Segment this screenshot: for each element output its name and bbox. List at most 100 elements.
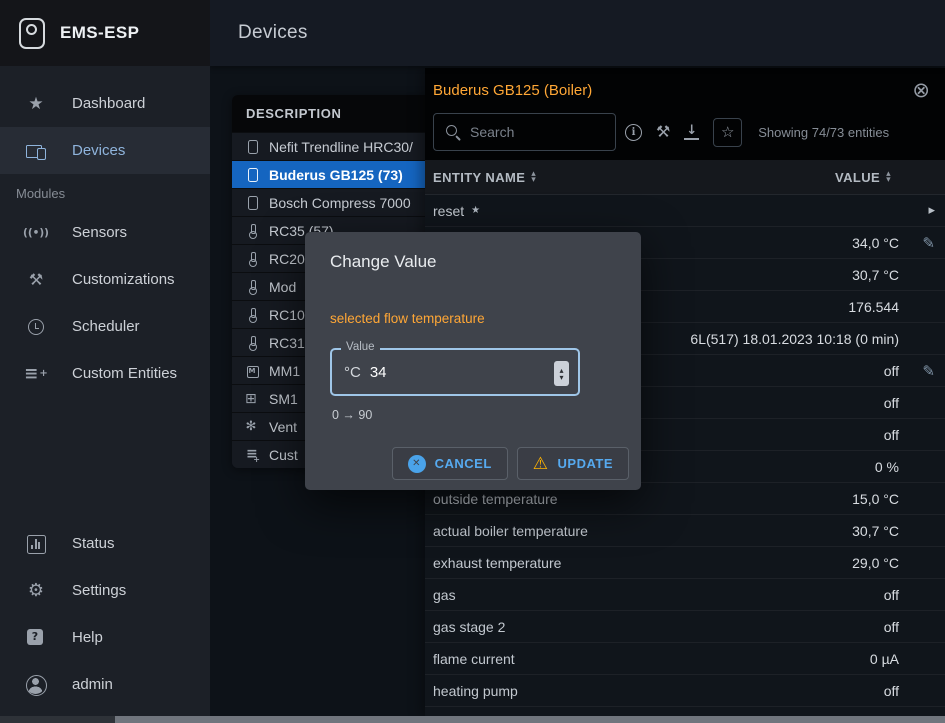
device-label: Bosch Compress 7000 [269,195,411,211]
detail-header: Buderus GB125 (Boiler) ⊗ ⚒ ↓ ☆ Showing 7… [425,68,945,160]
sidebar-bottom-nav: Status Settings Help admin [0,520,210,708]
sidebar-item[interactable]: Scheduler [0,303,210,350]
thermo-icon [244,307,260,323]
entity-row[interactable]: actual boiler temperature 30,7 °C [425,515,945,547]
value-range-hint: 0 → 90 [332,408,372,422]
entities-summary: Showing 74/73 entities [758,125,889,140]
entity-search[interactable] [433,113,616,151]
cancel-icon: ✕ [408,455,426,473]
boiler-icon [244,139,260,155]
edit-icon[interactable]: ✎ [922,234,935,252]
sidebar-item[interactable]: Status [0,520,210,567]
dialog-actions: ✕ CANCEL ⚠ UPDATE [392,447,629,480]
sidebar-item[interactable]: admin [0,661,210,708]
change-value-dialog: Change Value selected flow temperature V… [305,232,641,490]
device-label: Buderus GB125 (73) [269,167,403,183]
entity-name: gas [433,587,456,603]
sidebar-item[interactable]: Dashboard [0,80,210,127]
entity-value: 0 µA [870,651,899,667]
device-label: Nefit Trendline HRC30/ [269,139,413,155]
entity-action: ✎ [899,234,937,252]
sidebar-item[interactable]: Devices [0,127,210,174]
entity-row[interactable]: gas stage 2 off [425,611,945,643]
boiler-icon [244,195,260,211]
entity-row[interactable]: flame current 0 µA [425,643,945,675]
thermo-icon [244,335,260,351]
sidebar-item-label: Sensors [72,224,127,241]
entity-name: heating pump [433,683,518,699]
scrollbar-thumb[interactable] [115,716,945,723]
value-column-header[interactable]: VALUE ▴▾ [835,170,937,185]
sidebar-item-label: Custom Entities [72,365,177,382]
favorites-filter-button[interactable]: ☆ [713,118,742,147]
entity-row[interactable]: gas off [425,579,945,611]
number-spinner[interactable]: ▴ ▾ [554,361,569,386]
sidebar-item[interactable]: Help [0,614,210,661]
entity-value: 176.544 [848,299,899,315]
device-label: Cust [269,447,298,463]
entity-value: 30,7 °C [852,523,899,539]
update-button[interactable]: ⚠ UPDATE [517,447,629,480]
horizontal-scrollbar [0,716,945,723]
device-label: Mod [269,279,296,295]
entity-table-header: ENTITY NAME ▴▾ VALUE ▴▾ [425,160,945,195]
entity-row[interactable]: exhaust temperature 29,0 °C [425,547,945,579]
sidebar-item-label: Scheduler [72,318,140,335]
device-label: MM1 [269,363,300,379]
favorite-star-icon: ★ [471,205,480,216]
fan-icon [244,419,260,435]
chart-icon [24,534,48,554]
sidebar-item[interactable]: Sensors [0,209,210,256]
thermo-icon [244,223,260,239]
entity-name-column-header[interactable]: ENTITY NAME ▴▾ [433,170,536,185]
maintenance-icon[interactable]: ⚒ [656,123,670,141]
device-label: SM1 [269,391,298,407]
entity-name: reset ★ [433,203,480,219]
detail-title: Buderus GB125 (Boiler) [433,82,592,99]
entity-value: 29,0 °C [852,555,899,571]
device-label: Vent [269,419,297,435]
brand: EMS-ESP [0,0,210,66]
clock-icon [24,317,48,337]
entity-name: actual boiler temperature [433,523,588,539]
entity-value: 6L(517) 18.01.2023 10:18 (0 min) [690,331,899,347]
entity-row[interactable]: heating pump off [425,675,945,707]
thermo-icon [244,251,260,267]
sidebar-main-nav: Dashboard Devices [0,66,210,174]
entity-row[interactable]: reset ★ ▸ [425,195,945,227]
sidebar-item-label: Help [72,629,103,646]
value-input[interactable] [370,364,510,381]
devices-icon [24,141,48,161]
sidebar-item[interactable]: Customizations [0,256,210,303]
device-label: RC10 [269,307,305,323]
boiler-logo-icon [16,16,46,50]
value-field[interactable]: Value °C ▴ ▾ [330,348,580,396]
spinner-down-icon[interactable]: ▾ [559,374,563,381]
edit-icon[interactable]: ✎ [922,362,935,380]
cancel-button[interactable]: ✕ CANCEL [392,447,508,480]
tools-icon [24,270,48,290]
sidebar-modules-nav: Sensors Customizations Scheduler Custom … [0,209,210,397]
chevron-right-icon[interactable]: ▸ [928,203,935,218]
list-icon [244,447,260,463]
download-icon[interactable]: ↓ [684,124,699,140]
entity-value: off [884,427,899,443]
gear-icon [24,581,48,601]
close-icon[interactable]: ⊗ [912,78,930,102]
entity-value: 34,0 °C [852,235,899,251]
search-input[interactable] [470,124,600,140]
entity-value: off [884,587,899,603]
sidebar-item[interactable]: Settings [0,567,210,614]
search-icon [445,124,461,140]
entity-action: ▸ [899,203,937,218]
thermo-icon [244,279,260,295]
playlist-icon [24,364,48,384]
sort-icon: ▴▾ [886,171,891,183]
dialog-entity-label: selected flow temperature [330,311,485,326]
info-icon[interactable] [625,124,642,141]
modules-section-label: Modules [16,186,210,201]
page-title: Devices [238,22,308,44]
entity-value: 30,7 °C [852,267,899,283]
sidebar-item[interactable]: Custom Entities [0,350,210,397]
help-icon [24,628,48,648]
